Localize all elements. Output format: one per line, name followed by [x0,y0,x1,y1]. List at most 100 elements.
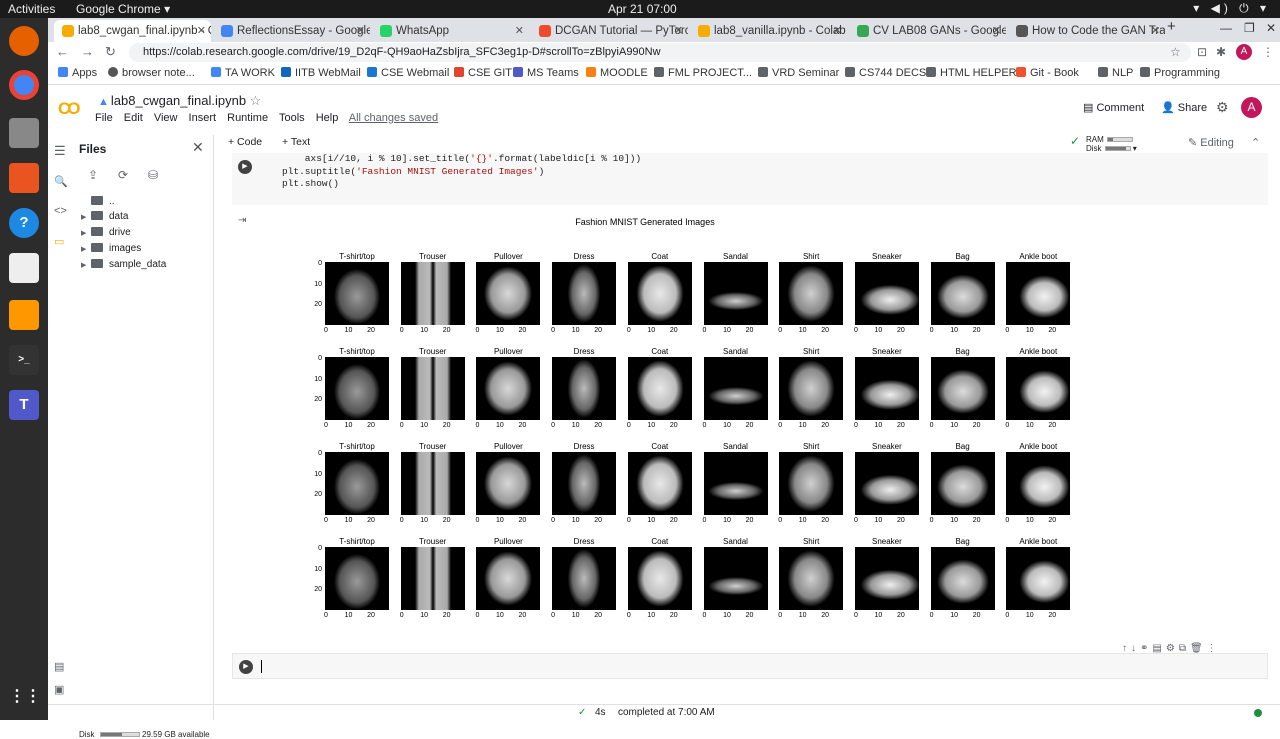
document-viewer-icon[interactable] [9,253,39,283]
menu-runtime[interactable]: Runtime [227,112,268,124]
browser-tab[interactable]: ReflectionsEssay - Google Docs✕ [213,20,370,42]
chrome-icon[interactable] [9,70,39,100]
bookmark[interactable]: HTML HELPER [926,67,1017,79]
chevron-up-icon[interactable]: ⌃ [1251,137,1260,149]
reload-icon[interactable]: ↻ [105,44,116,60]
notebook-title[interactable]: ▲ lab8_cwgan_final.ipynb ☆ [98,93,261,109]
close-icon[interactable]: ✕ [833,20,842,42]
settings-gear-icon[interactable]: ⚙ [1216,99,1229,116]
bookmark[interactable]: NLP [1098,67,1133,79]
tree-item-images[interactable]: ▶ images [81,243,141,254]
run-cell-button[interactable]: ▶ [239,660,253,674]
bookmark[interactable]: TA WORK [211,67,275,79]
empty-code-cell[interactable]: ▶ [232,653,1268,679]
star-icon[interactable]: ☆ [250,93,262,108]
share-button[interactable]: 👤 Share [1161,101,1207,114]
system-tray[interactable]: ▾ ◀) ⏻ ▾ [1193,1,1270,16]
forward-icon[interactable]: → [81,44,94,59]
bookmark[interactable]: Git - Book [1016,67,1079,79]
tree-item-drive[interactable]: ▶ drive [81,227,131,238]
minimize-icon[interactable]: — [1220,21,1232,35]
files-icon[interactable]: ▭ [54,235,64,248]
bookmark[interactable]: browser note... [108,67,195,79]
puzzle-icon[interactable]: ✱ [1216,45,1226,59]
close-icon[interactable]: ✕ [197,20,206,42]
back-icon[interactable]: ← [56,44,69,59]
add-code-button[interactable]: + Code [228,136,262,148]
chevron-right-icon[interactable]: ▶ [81,261,91,269]
menu-insert[interactable]: Insert [189,112,217,124]
bookmark[interactable]: Apps [58,67,97,79]
close-icon[interactable]: ✕ [1151,20,1160,42]
menu-view[interactable]: View [154,112,178,124]
profile-avatar[interactable]: A [1236,44,1252,60]
close-icon[interactable]: ✕ [515,20,524,42]
command-palette-icon[interactable]: ▤ [54,660,64,673]
browser-tab[interactable]: DCGAN Tutorial — PyTorch ✕ [531,20,688,42]
bookmark[interactable]: VRD Seminar [758,67,839,79]
extension-icon[interactable]: ⊡ [1197,45,1207,59]
bookmark[interactable]: CSE GIT [454,67,512,79]
firefox-icon[interactable] [9,26,39,56]
code-cell[interactable]: ▶ axs[i//10, i % 10].set_title('{}'.form… [232,153,1268,205]
menu-icon[interactable]: ⋮ [1262,45,1274,59]
table-of-contents-icon[interactable]: ☰ [54,143,66,159]
software-icon[interactable] [9,163,39,193]
search-icon[interactable]: 🔍 [54,175,68,188]
bookmark[interactable]: Programming [1140,67,1220,79]
colab-logo[interactable]: CO [58,99,86,118]
bookmark[interactable]: CS744 DECS [845,67,926,79]
bookmark[interactable]: MS Teams [513,67,579,79]
comment-button[interactable]: ▤ Comment [1083,101,1144,114]
app-menu[interactable]: Google Chrome ▾ [76,2,170,16]
browser-tab[interactable]: CV LAB08 GANs - Google Drive✕ [849,20,1006,42]
output-icon[interactable]: ⇥ [238,215,246,226]
bookmark[interactable]: IITB WebMail [281,67,361,79]
browser-tab[interactable]: How to Code the GAN Training✕ [1008,20,1165,42]
browser-tab[interactable]: lab8_cwgan_final.ipynb - Colab✕ [54,20,211,42]
terminal-icon[interactable]: >_ [9,345,39,375]
bookmark-star-icon[interactable]: ☆ [1170,45,1181,59]
account-avatar[interactable]: A [1241,97,1262,118]
bookmark[interactable]: MOODLE [586,67,648,79]
show-apps-icon[interactable]: ⋮⋮ [9,682,41,712]
editing-mode[interactable]: ✎ Editing ⌃ [1188,136,1260,149]
menu-edit[interactable]: Edit [124,112,143,124]
tree-item-data[interactable]: ▶ data [81,211,128,222]
clock[interactable]: Apr 21 07:00 [608,2,677,16]
chevron-right-icon[interactable]: ▶ [81,245,91,253]
code-snippets-icon[interactable]: <> [54,205,67,217]
sublime-text-icon[interactable] [9,300,39,330]
close-icon[interactable]: ✕ [356,20,365,42]
chevron-right-icon[interactable]: ▶ [81,213,91,221]
add-text-button[interactable]: + Text [282,136,310,148]
new-tab-button[interactable]: + [1167,18,1176,35]
maximize-icon[interactable]: ❐ [1244,21,1255,35]
close-window-icon[interactable]: ✕ [1266,21,1276,35]
code-editor[interactable]: axs[i//10, i % 10].set_title('{}'.format… [282,153,641,191]
upload-icon[interactable]: ⇪ [88,168,98,182]
refresh-folder-icon[interactable]: ⟳ [118,168,128,182]
bookmark[interactable]: FML PROJECT... [654,67,752,79]
browser-tab[interactable]: lab8_vanilla.ipynb - Colab ✕ [690,20,847,42]
terminal-icon[interactable]: ▣ [54,683,64,696]
activities-button[interactable]: Activities [8,2,55,16]
close-icon[interactable]: ✕ [992,20,1001,42]
menu-help[interactable]: Help [316,112,339,124]
menu-tools[interactable]: Tools [279,112,305,124]
close-icon[interactable]: ✕ [192,139,204,156]
bookmark[interactable]: CSE Webmail [367,67,449,79]
help-icon[interactable]: ? [9,208,39,238]
chevron-down-icon[interactable]: ▾ [1133,144,1137,153]
menu-file[interactable]: File [95,112,113,124]
url-input[interactable]: https://colab.research.google.com/drive/… [129,43,1191,62]
files-icon[interactable] [9,118,39,148]
tree-item-parent[interactable]: .. [81,196,115,207]
save-status[interactable]: All changes saved [349,112,438,124]
run-cell-button[interactable]: ▶ [238,160,252,174]
chevron-right-icon[interactable]: ▶ [81,229,91,237]
mount-drive-icon[interactable]: ⛁ [148,168,158,182]
teams-icon[interactable]: T [9,390,39,420]
browser-tab[interactable]: WhatsApp ✕ [372,20,529,42]
close-icon[interactable]: ✕ [674,20,683,42]
